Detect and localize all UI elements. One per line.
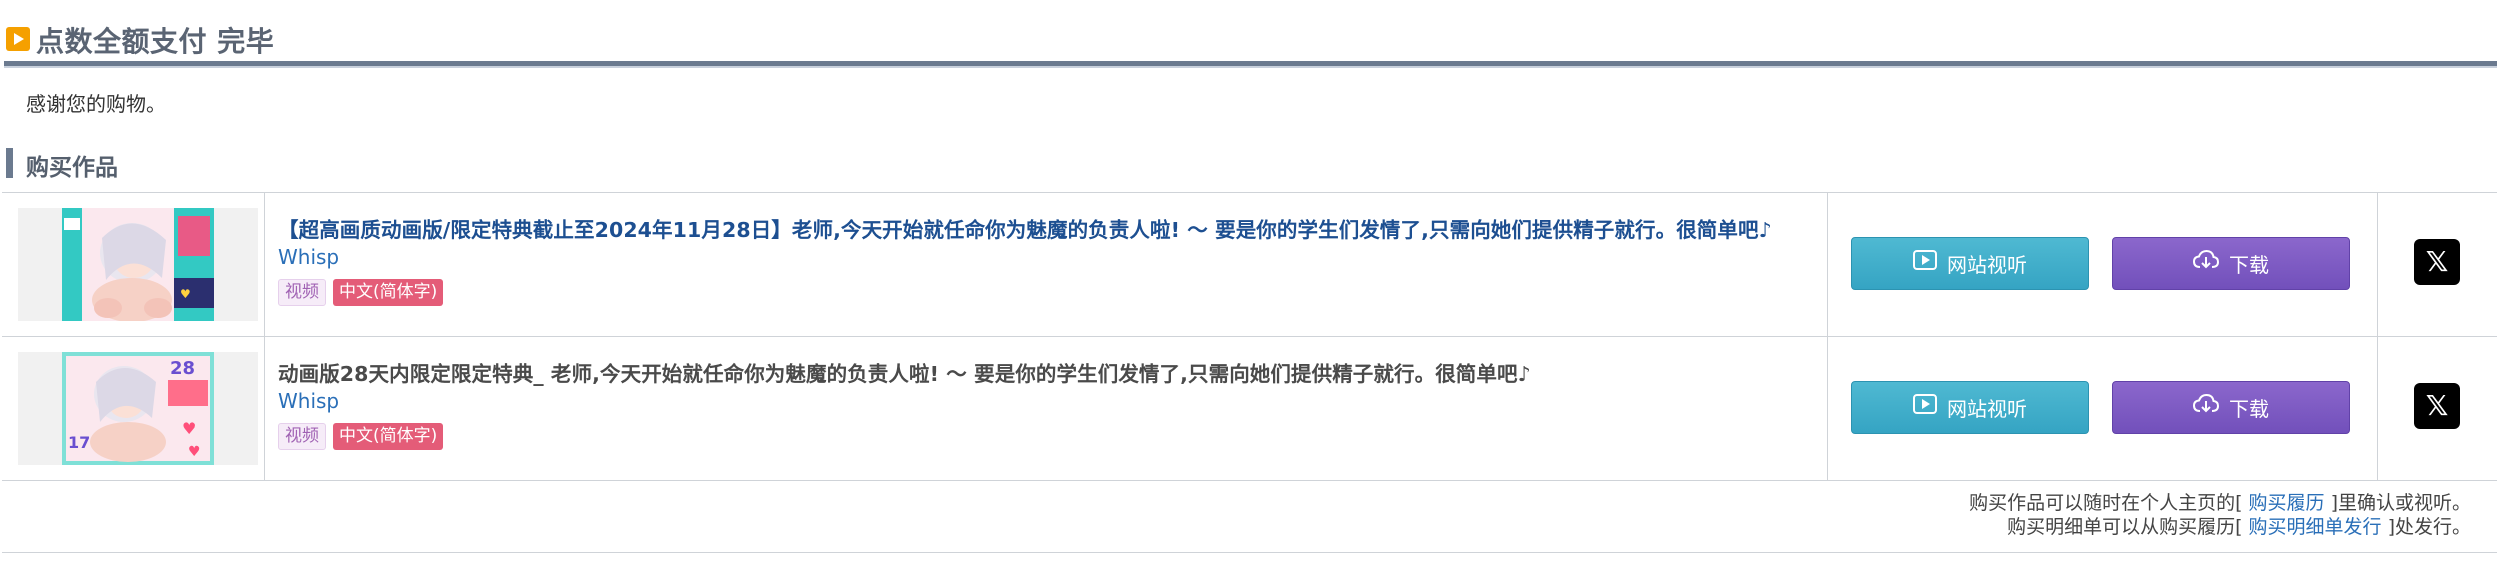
purchased-works-table: ♥ 【超高画质动画版/限定特典截止至2024年11月28日】老师,今天开始就任命… xyxy=(2,192,2497,481)
column-divider xyxy=(2377,337,2378,480)
x-logo-icon: 𝕏 xyxy=(2425,245,2449,278)
share-x-button[interactable]: 𝕏 xyxy=(2414,383,2460,429)
tag-video: 视频 xyxy=(278,279,326,306)
maker-link[interactable]: Whisp xyxy=(278,245,339,269)
download-button[interactable]: 下载 xyxy=(2112,237,2350,290)
online-view-button[interactable]: 网站视听 xyxy=(1851,237,2089,290)
page-title: 点数全额支付 完毕 xyxy=(36,25,275,58)
svg-text:♥: ♥ xyxy=(188,444,201,460)
play-icon xyxy=(1913,237,1937,290)
share-x-button[interactable]: 𝕏 xyxy=(2414,239,2460,285)
footer-line-history: 购买作品可以随时在个人主页的[ 购买履历 ]里确认或视听。 xyxy=(1969,491,2471,515)
download-label: 下载 xyxy=(2229,253,2269,277)
page-header: 点数全额支付 完毕 xyxy=(0,18,2501,68)
table-row: 28 17 ♥ ♥ 动画版28天内限定限定特典_ 老师,今天开始就任命你为魅魔的… xyxy=(2,337,2497,481)
download-button[interactable]: 下载 xyxy=(2112,381,2350,434)
svg-text:17: 17 xyxy=(68,433,90,452)
footer-note: 购买作品可以随时在个人主页的[ 购买履历 ]里确认或视听。 购买明细单可以从购买… xyxy=(1969,491,2471,539)
work-title-link[interactable]: 【超高画质动画版/限定特典截止至2024年11月28日】老师,今天开始就任命你为… xyxy=(278,213,1772,243)
online-view-button[interactable]: 网站视听 xyxy=(1851,381,2089,434)
svg-text:♥: ♥ xyxy=(182,419,196,438)
online-view-label: 网站视听 xyxy=(1947,253,2027,277)
work-thumbnail[interactable]: ♥ xyxy=(62,208,214,321)
receipt-issue-link[interactable]: 购买明细单发行 xyxy=(2249,516,2382,538)
work-thumbnail-frame: ♥ xyxy=(18,208,258,321)
tag-video: 视频 xyxy=(278,423,326,450)
svg-text:28: 28 xyxy=(170,358,195,379)
x-logo-icon: 𝕏 xyxy=(2425,389,2449,422)
tag-language: 中文(简体字) xyxy=(333,423,444,450)
play-icon xyxy=(1913,381,1937,434)
column-divider xyxy=(2377,193,2378,336)
column-divider xyxy=(1827,193,1828,336)
work-title-link[interactable]: 动画版28天内限定限定特典_ 老师,今天开始就任命你为魅魔的负责人啦! ～ 要是… xyxy=(278,357,1531,387)
purchase-complete-page: 点数全额支付 完毕 感谢您的购物。 购买作品 ♥ 【超高画质动画版/限定特典截止… xyxy=(0,0,2501,565)
footer-text: 购买作品可以随时在个人主页的[ xyxy=(1969,492,2249,514)
cloud-download-icon xyxy=(2192,381,2220,434)
svg-text:♥: ♥ xyxy=(180,287,191,301)
footer-line-receipt: 购买明细单可以从购买履历[ 购买明细单发行 ]处发行。 xyxy=(1969,515,2471,539)
tag-language: 中文(简体字) xyxy=(333,279,444,306)
footer-text: ]里确认或视听。 xyxy=(2324,492,2471,514)
footer-divider xyxy=(2,552,2497,553)
maker-link[interactable]: Whisp xyxy=(278,389,339,413)
column-divider xyxy=(264,337,265,480)
table-row: ♥ 【超高画质动画版/限定特典截止至2024年11月28日】老师,今天开始就任命… xyxy=(2,193,2497,337)
section-heading-label: 购买作品 xyxy=(26,155,118,181)
cloud-download-icon xyxy=(2192,237,2220,290)
footer-text: 购买明细单可以从购买履历[ xyxy=(2007,516,2249,538)
section-heading-bar xyxy=(6,148,13,178)
purchase-history-link[interactable]: 购买履历 xyxy=(2249,492,2325,514)
column-divider xyxy=(264,193,265,336)
thanks-message: 感谢您的购物。 xyxy=(26,92,166,116)
play-square-icon xyxy=(6,27,30,51)
online-view-label: 网站视听 xyxy=(1947,397,2027,421)
header-divider-light xyxy=(4,66,2497,68)
work-thumbnail[interactable]: 28 17 ♥ ♥ xyxy=(62,352,214,465)
download-label: 下载 xyxy=(2229,397,2269,421)
work-thumbnail-frame: 28 17 ♥ ♥ xyxy=(18,352,258,465)
footer-text: ]处发行。 xyxy=(2381,516,2471,538)
column-divider xyxy=(1827,337,1828,480)
